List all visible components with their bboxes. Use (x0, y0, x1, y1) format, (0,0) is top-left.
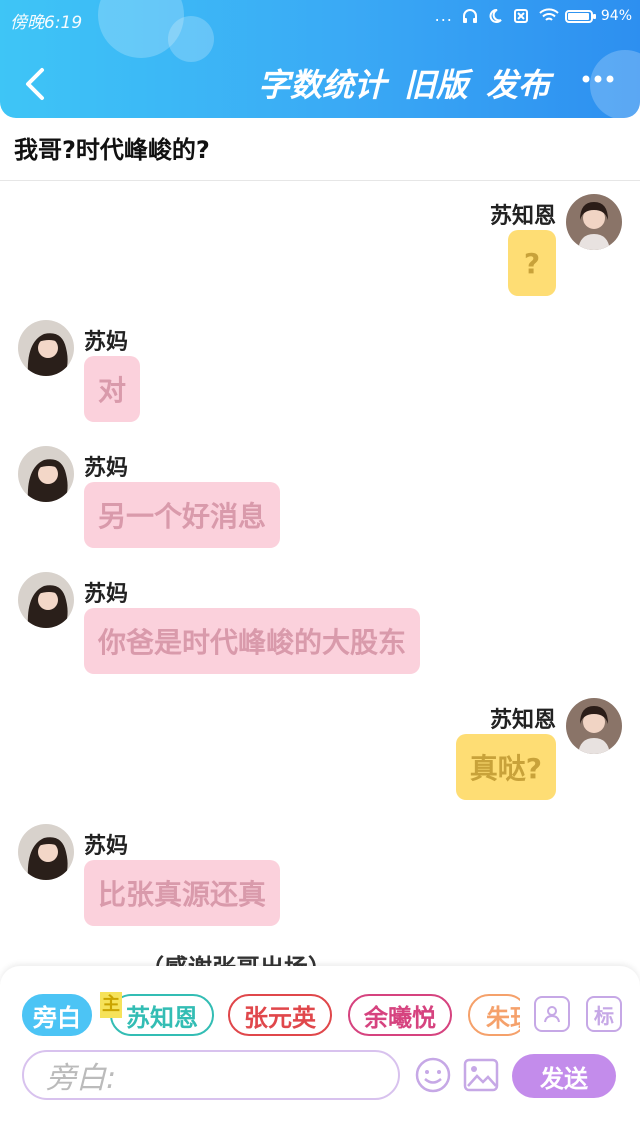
avatar-left[interactable] (18, 824, 74, 880)
more-button[interactable] (578, 64, 618, 94)
back-button[interactable] (18, 62, 54, 106)
message-bubble[interactable]: 对 (84, 356, 141, 422)
avatar-left[interactable] (18, 572, 74, 628)
chevron-left-icon (26, 68, 44, 100)
battery-level: 94% (600, 8, 632, 24)
message-bubble[interactable]: 比张真源还真 (84, 860, 281, 926)
moon-icon (487, 8, 505, 24)
message-input[interactable]: 旁白: (22, 1050, 400, 1100)
status-bar: 傍晚6:19 ... 94% (0, 0, 640, 36)
avatar-right[interactable] (566, 698, 622, 754)
image-button[interactable] (462, 1056, 500, 1094)
avatar-left[interactable] (18, 446, 74, 502)
headphones-icon (461, 8, 479, 24)
more-icon (582, 75, 614, 83)
nav-actions: 字数统计 旧版 发布 (258, 60, 550, 106)
sender-name: 苏妈 (84, 582, 129, 607)
sender-name: 苏知恩 (489, 204, 556, 229)
divider (0, 180, 640, 181)
sender-name: 苏妈 (84, 456, 129, 481)
sender-name: 苏知恩 (489, 708, 556, 733)
status-icons: ... 94% (434, 6, 632, 25)
battery-icon (564, 9, 596, 23)
contacts-button[interactable] (534, 996, 570, 1032)
more-dots-icon: ... (434, 6, 453, 25)
avatar-right[interactable] (566, 194, 622, 250)
publish-button[interactable]: 发布 (486, 60, 550, 106)
no-sim-icon (513, 8, 531, 24)
composer-panel: 旁白 苏知恩 张元英 余曦悦 朱珏 主 标 旁白: 发送 (0, 966, 640, 1138)
chat-title: 我哥?时代峰峻的? (14, 136, 210, 164)
status-time: 傍晚6:19 (10, 13, 83, 33)
main-role-tag: 主 (100, 992, 122, 1018)
role-chip[interactable]: 朱珏 (468, 994, 520, 1036)
word-count-button[interactable]: 字数统计 (258, 60, 386, 106)
tag-button[interactable]: 标 (586, 996, 622, 1032)
message-bubble[interactable]: 真哒? (455, 734, 556, 800)
sender-name: 苏妈 (84, 330, 129, 355)
message-bubble[interactable]: ? (508, 230, 556, 296)
role-chip[interactable]: 苏知恩 (110, 994, 214, 1036)
sender-name: 苏妈 (84, 834, 129, 859)
header-bar: 傍晚6:19 ... 94% 字数统计 旧版 发布 (0, 0, 640, 118)
send-button[interactable]: 发送 (512, 1054, 616, 1098)
role-chip[interactable]: 张元英 (228, 994, 332, 1036)
message-bubble[interactable]: 另一个好消息 (84, 482, 281, 548)
message-bubble[interactable]: 你爸是时代峰峻的大股东 (84, 608, 421, 674)
role-chip[interactable]: 余曦悦 (348, 994, 452, 1036)
emoji-button[interactable] (414, 1056, 452, 1094)
wifi-icon (539, 8, 559, 24)
role-selector: 旁白 苏知恩 张元英 余曦悦 朱珏 (22, 994, 520, 1038)
smiley-icon (415, 1057, 451, 1093)
old-version-button[interactable]: 旧版 (404, 60, 468, 106)
avatar-left[interactable] (18, 320, 74, 376)
role-chip-narrator[interactable]: 旁白 (22, 994, 92, 1036)
narration-text: （感谢张哥出场） (140, 954, 332, 968)
person-icon (544, 1006, 560, 1023)
image-icon (463, 1058, 499, 1092)
